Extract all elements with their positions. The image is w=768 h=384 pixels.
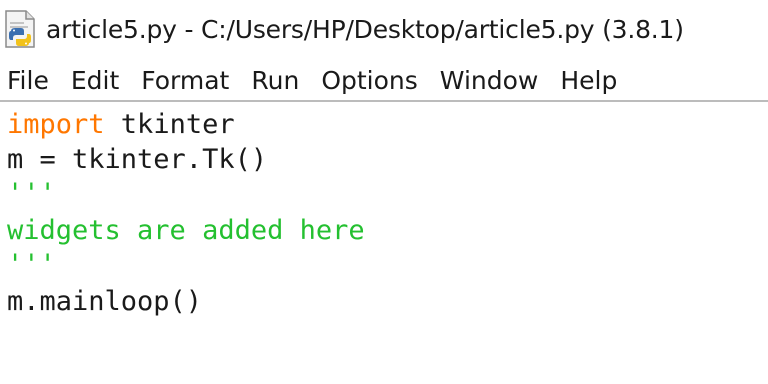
code-line-1: import tkinter [7,107,235,143]
keyword-token: import [7,109,105,140]
idle-editor-window: article5.py - C:/Users/HP/Desktop/articl… [0,0,768,384]
code-token: m = tkinter.Tk() [7,144,268,175]
code-token: m.mainloop() [7,286,203,317]
code-line-4: widgets are added here [7,213,365,249]
menu-format[interactable]: Format [133,66,229,95]
menu-bar: File Edit Format Run Options Window Help [0,60,768,100]
string-token: ''' [7,249,56,280]
menu-edit[interactable]: Edit [63,66,119,95]
title-bar[interactable]: article5.py - C:/Users/HP/Desktop/articl… [0,0,768,58]
string-token: widgets are added here [7,215,365,246]
menu-file[interactable]: File [0,66,49,95]
menu-help[interactable]: Help [552,66,617,95]
string-token: ''' [7,178,56,209]
code-line-2: m = tkinter.Tk() [7,142,267,178]
python-file-icon [5,10,35,48]
menu-options[interactable]: Options [313,66,417,95]
code-line-6: m.mainloop() [7,284,202,320]
code-token: tkinter [104,109,235,140]
window-title: article5.py - C:/Users/HP/Desktop/articl… [46,14,684,44]
code-editor[interactable]: import tkinter m = tkinter.Tk() ''' widg… [0,102,768,384]
menu-window[interactable]: Window [432,66,539,95]
code-line-3: ''' [7,176,56,212]
menu-run[interactable]: Run [243,66,299,95]
code-line-5: ''' [7,247,56,283]
